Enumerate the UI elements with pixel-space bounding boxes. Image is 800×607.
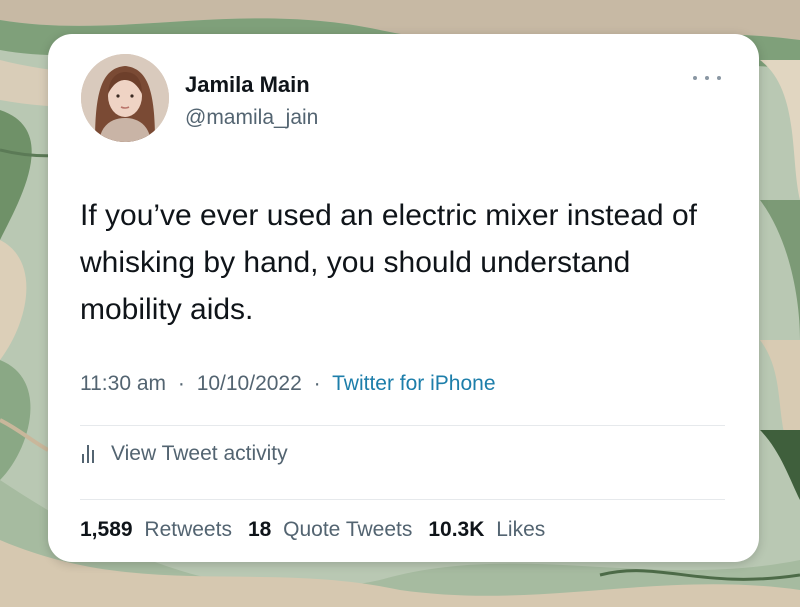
likes-label: Likes bbox=[496, 518, 546, 541]
avatar[interactable] bbox=[81, 54, 169, 142]
retweets-count: 1,589 bbox=[80, 518, 133, 541]
user-handle[interactable]: @mamila_jain bbox=[185, 106, 318, 130]
tweet-time[interactable]: 11:30 am bbox=[80, 372, 166, 395]
quote-tweets-stat[interactable]: 18 Quote Tweets bbox=[248, 518, 412, 542]
view-tweet-activity-label: View Tweet activity bbox=[111, 442, 288, 465]
engagement-stats: 1,589 Retweets 18 Quote Tweets 10.3K Lik… bbox=[80, 518, 561, 542]
quote-tweets-label: Quote Tweets bbox=[283, 518, 413, 541]
meta-separator: · bbox=[177, 372, 185, 395]
quote-tweets-count: 18 bbox=[247, 518, 272, 541]
tweet-source-link[interactable]: Twitter for iPhone bbox=[332, 372, 495, 395]
retweets-stat[interactable]: 1,589 Retweets bbox=[80, 518, 232, 542]
dot bbox=[693, 76, 697, 80]
divider bbox=[80, 499, 725, 500]
retweets-label: Retweets bbox=[144, 518, 232, 541]
likes-stat[interactable]: 10.3K Likes bbox=[428, 518, 545, 542]
tweet-text: If you’ve ever used an electric mixer in… bbox=[80, 199, 697, 326]
divider bbox=[80, 425, 725, 426]
more-options-icon[interactable] bbox=[693, 68, 721, 88]
tweet-meta: 11:30 am · 10/10/2022 · Twitter for iPho… bbox=[80, 372, 496, 396]
view-tweet-activity-button[interactable]: View Tweet activity bbox=[80, 442, 288, 466]
tweet-date[interactable]: 10/10/2022 bbox=[197, 372, 302, 395]
avatar-image bbox=[81, 54, 169, 142]
dot bbox=[705, 76, 709, 80]
bar-chart-icon bbox=[82, 445, 97, 463]
meta-separator: · bbox=[313, 372, 321, 395]
tweet-card: Jamila Main @mamila_jain If you’ve ever … bbox=[48, 34, 759, 562]
dot bbox=[717, 76, 721, 80]
likes-count: 10.3K bbox=[428, 518, 485, 541]
display-name[interactable]: Jamila Main bbox=[185, 72, 310, 98]
